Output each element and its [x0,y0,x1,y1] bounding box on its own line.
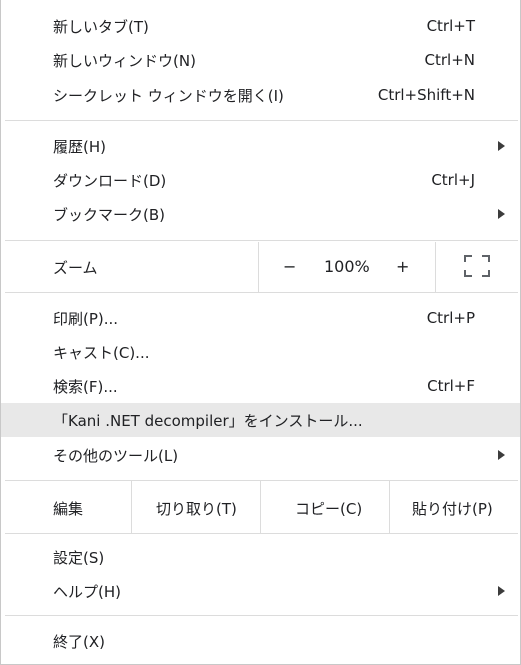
menu-item-label: シークレット ウィンドウを開く(I) [53,86,284,105]
menu-item-install-app[interactable]: 「Kani .NET decompiler」をインストール... [1,403,520,437]
cut-button[interactable]: 切り取り(T) [156,498,237,519]
menu-item-new-tab[interactable]: 新しいタブ(T) Ctrl+T [1,9,520,43]
menu-item-settings[interactable]: 設定(S) [1,540,520,574]
menu-item-label: 新しいウィンドウ(N) [53,51,196,70]
menu-separator [5,120,518,121]
edit-row: 編集 切り取り(T) コピー(C) 貼り付け(P) [1,481,520,533]
menu-separator [5,240,518,241]
submenu-arrow-icon [498,141,505,151]
paste-button[interactable]: 貼り付け(P) [412,498,493,519]
menu-item-label: 「Kani .NET decompiler」をインストール... [53,411,363,430]
menu-item-shortcut: Ctrl+N [424,51,475,69]
menu-item-more-tools[interactable]: その他のツール(L) [1,438,520,472]
menu-item-label: 設定(S) [53,548,105,567]
menu-item-cast[interactable]: キャスト(C)... [1,335,520,369]
menu-item-label: ヘルプ(H) [53,582,121,601]
menu-item-help[interactable]: ヘルプ(H) [1,574,520,608]
menu-item-bookmarks[interactable]: ブックマーク(B) [1,197,520,231]
submenu-arrow-icon [498,586,505,596]
menu-item-shortcut: Ctrl+P [426,309,475,327]
menu-item-shortcut: Ctrl+F [427,377,475,395]
menu-item-label: その他のツール(L) [53,446,179,465]
menu-item-find[interactable]: 検索(F)... Ctrl+F [1,369,520,403]
menu-item-label: ダウンロード(D) [53,171,167,190]
menu-item-label: ブックマーク(B) [53,205,165,224]
menu-separator [5,533,518,534]
menu-item-label: 終了(X) [53,632,105,651]
edit-divider [389,481,390,533]
menu-item-shortcut: Ctrl+T [426,17,475,35]
zoom-row: ズーム − 100% + [1,242,520,292]
zoom-level: 100% [324,257,370,276]
menu-item-label: キャスト(C)... [53,343,150,362]
menu-separator [5,292,518,293]
browser-main-menu: 新しいタブ(T) Ctrl+T 新しいウィンドウ(N) Ctrl+N シークレッ… [0,0,521,665]
menu-item-downloads[interactable]: ダウンロード(D) Ctrl+J [1,163,520,197]
menu-item-print[interactable]: 印刷(P)... Ctrl+P [1,301,520,335]
menu-item-label: 印刷(P)... [53,309,119,328]
menu-separator [5,615,518,616]
fullscreen-icon[interactable] [464,255,490,277]
zoom-divider [435,242,436,292]
menu-item-new-window[interactable]: 新しいウィンドウ(N) Ctrl+N [1,43,520,77]
submenu-arrow-icon [498,450,505,460]
menu-item-shortcut: Ctrl+J [431,171,475,189]
menu-item-history[interactable]: 履歴(H) [1,129,520,163]
edit-divider [131,481,132,533]
menu-item-exit[interactable]: 終了(X) [1,624,520,658]
menu-item-label: 新しいタブ(T) [53,17,149,36]
zoom-in-button[interactable]: + [396,257,409,276]
submenu-arrow-icon [498,209,505,219]
zoom-out-button[interactable]: − [283,257,296,276]
edit-label: 編集 [53,500,84,518]
edit-divider [260,481,261,533]
zoom-divider [258,242,259,292]
copy-button[interactable]: コピー(C) [295,498,362,519]
menu-item-shortcut: Ctrl+Shift+N [377,86,475,104]
menu-item-label: 履歴(H) [53,137,106,156]
zoom-label: ズーム [53,259,98,277]
menu-item-incognito-window[interactable]: シークレット ウィンドウを開く(I) Ctrl+Shift+N [1,78,520,112]
menu-item-label: 検索(F)... [53,377,118,396]
